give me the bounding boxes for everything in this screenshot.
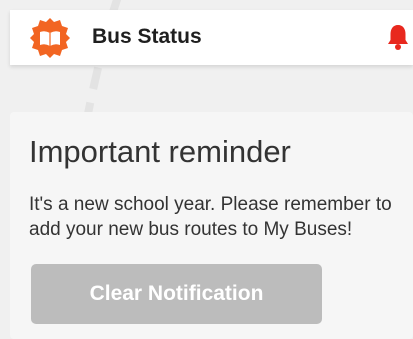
app-title: Bus Status [92, 25, 202, 48]
clear-notification-button[interactable]: Clear Notification [31, 264, 322, 324]
app-header: Bus Status [10, 10, 413, 65]
open-book-badge-icon [30, 18, 70, 58]
notification-message: It's a new school year. Please remember … [29, 194, 392, 240]
notification-title: Important reminder [29, 134, 291, 169]
notification-card: Important reminder It's a new school yea… [10, 112, 413, 339]
bell-icon[interactable] [383, 22, 413, 52]
